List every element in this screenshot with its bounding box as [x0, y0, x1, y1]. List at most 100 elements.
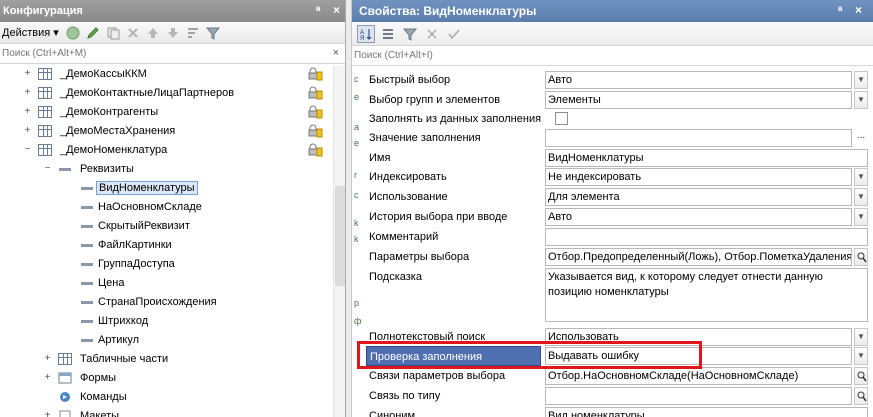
property-label[interactable]: Заполнять из данных заполнения [366, 109, 541, 129]
pin-icon[interactable]: ᵃ [316, 3, 321, 17]
tree-node[interactable]: ФайлКартинки [0, 235, 345, 254]
property-label[interactable]: Параметры выбора [366, 247, 541, 267]
expand-icon[interactable]: + [23, 126, 32, 136]
chevron-down-icon[interactable]: ▼ [854, 188, 868, 206]
tree-node[interactable]: + _ДемоКонтрагенты [0, 102, 345, 121]
chevron-down-icon[interactable]: ▼ [854, 347, 868, 365]
property-value[interactable] [545, 387, 852, 405]
delete-icon[interactable] [125, 25, 141, 41]
property-label[interactable]: Индексировать [366, 167, 541, 187]
tree-node-label[interactable]: ГруппаДоступа [96, 257, 177, 271]
move-down-icon[interactable] [165, 25, 181, 41]
tree-node-label[interactable]: ФайлКартинки [96, 238, 174, 252]
property-label[interactable]: Значение заполнения [366, 128, 541, 148]
property-label[interactable]: Выбор групп и элементов [366, 90, 541, 110]
expand-icon[interactable]: + [23, 69, 32, 79]
property-filter-icon[interactable] [401, 25, 419, 43]
property-value[interactable] [545, 129, 852, 147]
tree-node-label[interactable]: _ДемоКонтрагенты [58, 105, 160, 119]
tree-node-label[interactable]: Формы [78, 371, 118, 385]
collapse-icon[interactable]: − [43, 164, 52, 174]
property-value[interactable]: Не индексировать [545, 168, 852, 186]
properties-search-input[interactable] [354, 50, 664, 61]
search-icon[interactable] [854, 387, 868, 405]
property-value[interactable]: Вид номенклатуры [545, 407, 868, 417]
chevron-down-icon[interactable]: ▼ [854, 208, 868, 226]
property-value[interactable]: Отбор.Предопределенный(Ложь), Отбор.Поме… [545, 248, 852, 266]
search-icon[interactable] [854, 248, 868, 266]
property-label[interactable]: Связь по типу [366, 386, 541, 406]
tree-node-label[interactable]: Реквизиты [78, 162, 136, 176]
expand-icon[interactable]: + [43, 373, 52, 383]
tree-node[interactable]: + _ДемоМестаХранения [0, 121, 345, 140]
collapse-icon[interactable]: − [23, 145, 32, 155]
tree-node-label[interactable]: ВидНоменклатуры [96, 180, 198, 195]
tree-node[interactable]: + Табличные части [0, 349, 345, 368]
property-label[interactable]: Быстрый выбор [366, 70, 541, 90]
tree-node-label[interactable]: Цена [96, 276, 126, 290]
tree-node-label[interactable]: _ДемоНоменклатура [58, 143, 169, 157]
tree-node-label[interactable]: Штрихкод [96, 314, 150, 328]
tree-node[interactable]: Команды [0, 387, 345, 406]
tree-node-label[interactable]: Артикул [96, 333, 141, 347]
property-label[interactable]: Комментарий [366, 227, 541, 247]
property-checkbox[interactable] [555, 112, 568, 125]
clear-search-icon[interactable]: × [333, 47, 339, 59]
property-value[interactable]: Отбор.НаОсновномСкладе(НаОсновномСкладе) [545, 367, 852, 385]
tree-node[interactable]: НаОсновномСкладе [0, 197, 345, 216]
property-label[interactable]: История выбора при вводе [366, 207, 541, 227]
tree-node[interactable]: − Реквизиты [0, 159, 345, 178]
expand-icon[interactable]: + [23, 107, 32, 117]
tree-node[interactable]: Артикул [0, 330, 345, 349]
actions-menu[interactable]: Действия ▾ [2, 26, 59, 39]
move-up-icon[interactable] [145, 25, 161, 41]
sort-alphabetical-icon[interactable]: AЯ [357, 24, 375, 43]
tree-node[interactable]: ВидНоменклатуры [0, 178, 345, 197]
tree-node-label[interactable]: Макеты [78, 409, 121, 417]
sort-icon[interactable] [185, 25, 201, 41]
pin-icon[interactable]: ᵃ [838, 3, 843, 17]
tree-node[interactable]: + Макеты [0, 406, 345, 417]
expand-icon[interactable]: + [43, 411, 52, 417]
apply-icon[interactable] [445, 25, 463, 43]
tree-node-label[interactable]: _ДемоКассыККМ [58, 67, 149, 81]
property-label[interactable]: Связи параметров выбора [366, 366, 541, 386]
scrollbar-thumb[interactable] [335, 186, 345, 286]
property-label[interactable]: Синоним [366, 406, 541, 417]
chevron-down-icon[interactable]: ▼ [854, 168, 868, 186]
tree-node-label[interactable]: Табличные части [78, 352, 170, 366]
tree-node-label[interactable]: Команды [78, 390, 129, 404]
property-value[interactable] [545, 228, 868, 246]
tree-node[interactable]: СкрытыйРеквизит [0, 216, 345, 235]
search-icon[interactable] [854, 367, 868, 385]
categorized-icon[interactable] [379, 25, 397, 43]
close-icon[interactable]: × [855, 3, 862, 17]
tree-node[interactable]: + _ДемоКонтактныеЛицаПартнеров [0, 83, 345, 102]
tree-node-label[interactable]: СтранаПроисхождения [96, 295, 219, 309]
chevron-down-icon[interactable]: ▼ [854, 91, 868, 109]
tree-node-label[interactable]: _ДемоКонтактныеЛицаПартнеров [58, 86, 236, 100]
edit-icon[interactable] [85, 25, 101, 41]
chevron-down-icon[interactable]: ▼ [854, 71, 868, 89]
property-value[interactable]: ВидНоменклатуры [545, 149, 868, 167]
configuration-search-input[interactable] [2, 48, 312, 59]
select-dots-icon[interactable]: ... [854, 129, 868, 147]
property-value[interactable]: Авто [545, 71, 852, 89]
property-value[interactable]: Авто [545, 208, 852, 226]
expand-icon[interactable]: + [23, 88, 32, 98]
property-label[interactable]: Подсказка [366, 267, 541, 287]
property-label[interactable]: Имя [366, 148, 541, 168]
tree-node[interactable]: + _ДемоКассыККМ [0, 64, 345, 83]
configuration-scrollbar[interactable] [333, 66, 345, 417]
cancel-icon[interactable] [423, 25, 441, 43]
tree-node-label[interactable]: НаОсновномСкладе [96, 200, 204, 214]
property-value[interactable]: Элементы [545, 91, 852, 109]
tree-node[interactable]: Цена [0, 273, 345, 292]
tree-node[interactable]: + Формы [0, 368, 345, 387]
close-icon[interactable]: × [333, 3, 340, 17]
tree-node[interactable]: СтранаПроисхождения [0, 292, 345, 311]
tree-node-label[interactable]: _ДемоМестаХранения [58, 124, 177, 138]
chevron-down-icon[interactable]: ▼ [854, 328, 868, 346]
property-value[interactable]: Для элемента [545, 188, 852, 206]
copy-icon[interactable] [105, 25, 121, 41]
